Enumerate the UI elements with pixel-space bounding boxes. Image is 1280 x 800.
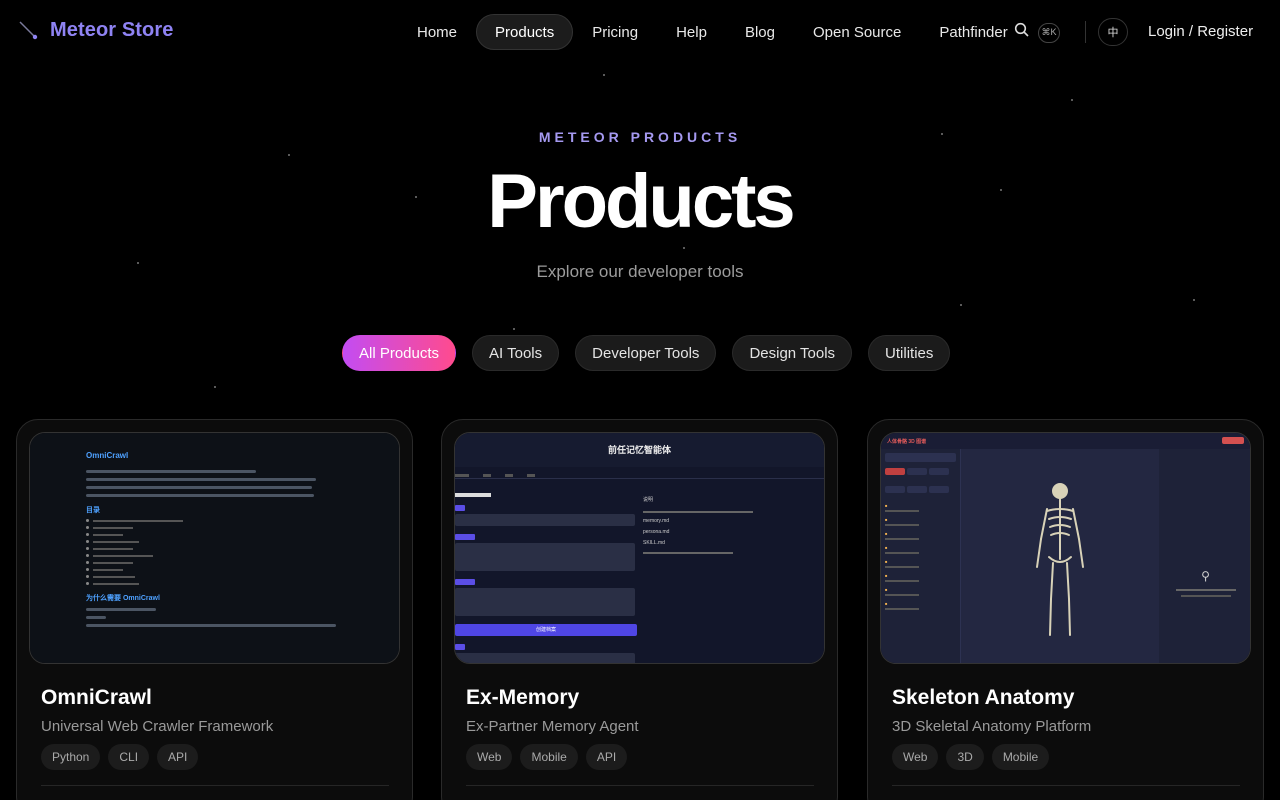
preview-sidebar: ■ ■ ■ ■ ■ ■ ■ ■	[881, 449, 961, 663]
nav-home[interactable]: Home	[398, 14, 476, 50]
filter-utilities[interactable]: Utilities	[868, 335, 951, 371]
card-divider	[892, 785, 1240, 786]
search-shortcut: ⌘K	[1038, 22, 1060, 43]
card-divider	[41, 785, 389, 786]
product-description: Universal Web Crawler Framework	[41, 718, 274, 735]
filter-ai-tools[interactable]: AI Tools	[472, 335, 560, 371]
nav-blog[interactable]: Blog	[726, 14, 794, 50]
nav-products[interactable]: Products	[476, 14, 574, 50]
preview-section-heading-2: 为什么需要 OmniCrawl	[86, 595, 160, 602]
product-card-skeleton-anatomy[interactable]: 人体骨骼 3D 图谱 ■ ■ ■ ■ ■ ■ ■ ■ ⚲ Skeleton An…	[867, 419, 1264, 800]
product-name: Ex-Memory	[466, 686, 580, 709]
search-icon	[1014, 22, 1030, 43]
tag-web: Web	[466, 744, 513, 770]
tag-api: API	[157, 744, 199, 770]
login-register-link[interactable]: Login / Register	[1148, 23, 1253, 40]
language-toggle[interactable]: 中	[1098, 18, 1128, 46]
tag-cli: CLI	[108, 744, 150, 770]
product-card-omnicrawl[interactable]: OmniCrawl 目录 为什么需要 OmniCrawl OmniCrawl U…	[16, 419, 413, 800]
nav-divider	[1085, 21, 1086, 43]
tag-python: Python	[41, 744, 101, 770]
product-tags: Web 3D Mobile	[892, 744, 1050, 770]
product-description: Ex-Partner Memory Agent	[466, 718, 639, 735]
main-menu: Home Products Pricing Help Blog Open Sou…	[398, 14, 1027, 50]
nav-help[interactable]: Help	[657, 14, 726, 50]
preview-notes: 说明 memory.md persona.md SKILL.md	[643, 491, 753, 554]
product-preview-ex-memory: 前任记忆智能体 创建档案 说明 memory.md persona.md SKI…	[454, 432, 825, 664]
tag-3d: 3D	[946, 744, 984, 770]
nav-pricing[interactable]: Pricing	[573, 14, 657, 50]
preview-tabs	[455, 467, 824, 479]
product-description: 3D Skeletal Anatomy Platform	[892, 718, 1092, 735]
brand-logo[interactable]: Meteor Store	[18, 18, 173, 42]
product-tags: Python CLI API	[41, 744, 199, 770]
preview-form: 创建档案	[455, 491, 639, 663]
tag-mobile: Mobile	[991, 744, 1050, 770]
brand-name: Meteor Store	[50, 18, 174, 41]
top-nav: Meteor Store Home Products Pricing Help …	[0, 0, 1280, 64]
tag-mobile: Mobile	[520, 744, 578, 770]
preview-title: 人体骨骼 3D 图谱	[881, 433, 1250, 449]
preview-info-panel: ⚲	[1159, 449, 1250, 663]
filter-design-tools[interactable]: Design Tools	[732, 335, 853, 371]
tag-api: API	[585, 744, 628, 770]
preview-section-heading: 目录	[86, 507, 100, 514]
skeleton-viewer	[961, 449, 1159, 663]
category-filters: All Products AI Tools Developer Tools De…	[342, 335, 951, 371]
card-divider	[466, 785, 814, 786]
product-preview-omnicrawl: OmniCrawl 目录 为什么需要 OmniCrawl	[29, 432, 400, 664]
filter-all-products[interactable]: All Products	[342, 335, 457, 371]
preview-title: 前任记忆智能体	[455, 433, 824, 467]
nav-open-source[interactable]: Open Source	[794, 14, 920, 50]
bone-icon: ⚲	[1201, 569, 1210, 583]
preview-title: OmniCrawl	[86, 451, 129, 460]
search-button[interactable]: ⌘K	[1014, 22, 1060, 43]
product-name: Skeleton Anatomy	[892, 686, 1075, 709]
product-name: OmniCrawl	[41, 686, 152, 709]
nav-pathfinder[interactable]: Pathfinder	[920, 14, 1026, 50]
product-preview-skeleton-anatomy: 人体骨骼 3D 图谱 ■ ■ ■ ■ ■ ■ ■ ■ ⚲	[880, 432, 1251, 664]
skeleton-figure-icon	[1036, 483, 1084, 636]
preview-create-button: 创建档案	[455, 624, 637, 636]
product-card-ex-memory[interactable]: 前任记忆智能体 创建档案 说明 memory.md persona.md SKI…	[441, 419, 838, 800]
product-tags: Web Mobile API	[466, 744, 628, 770]
hero-eyebrow: METEOR PRODUCTS	[538, 129, 742, 145]
preview-header-button	[1222, 437, 1244, 444]
hero-subtitle: Explore our developer tools	[536, 262, 744, 281]
page-title: Products	[487, 159, 795, 244]
tag-web: Web	[892, 744, 939, 770]
filter-developer-tools[interactable]: Developer Tools	[575, 335, 717, 371]
meteor-icon	[18, 18, 40, 42]
